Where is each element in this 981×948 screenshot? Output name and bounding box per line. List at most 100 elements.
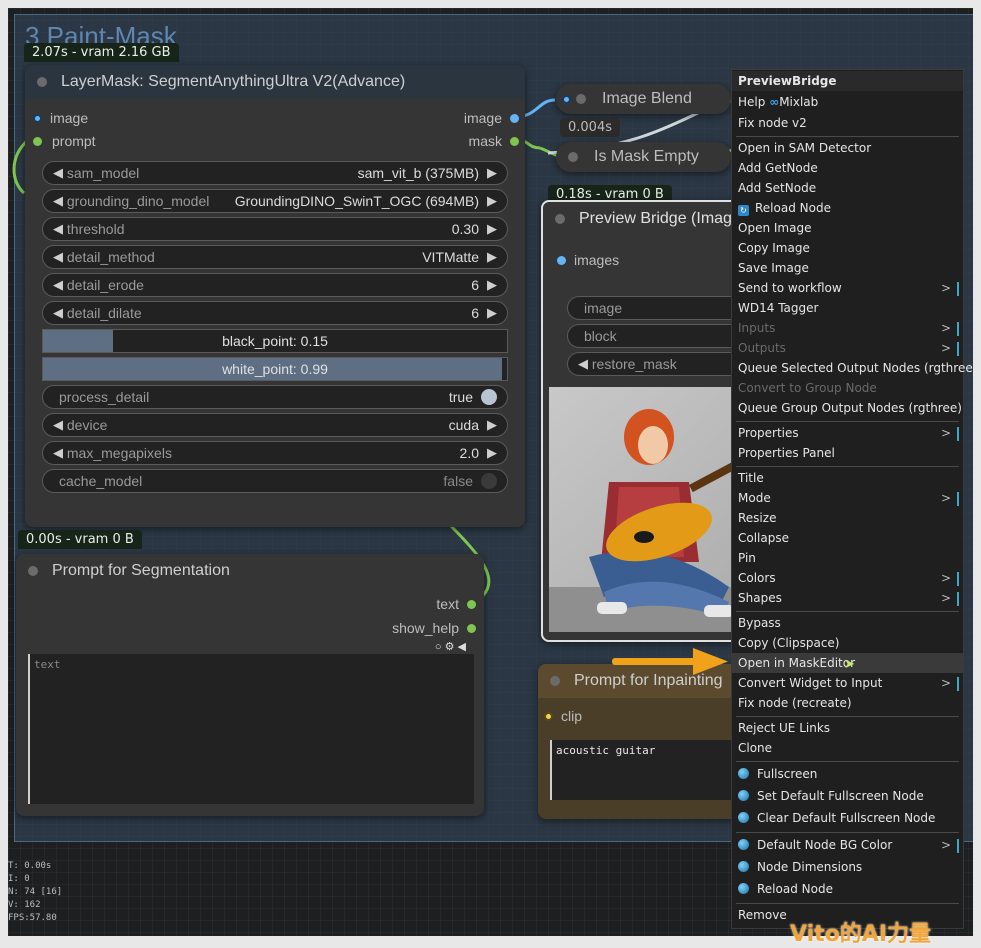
menu-item[interactable]: Open in SAM Detector	[732, 138, 963, 158]
image-blend-node[interactable]: Image Blend	[556, 84, 731, 114]
submenu-arrow-icon: >	[941, 673, 959, 693]
widget-sam-model[interactable]: ◀ sam_model sam_vit_b (375MB) ▶	[42, 161, 508, 185]
submenu-arrow-icon: >	[941, 278, 959, 298]
menu-item[interactable]: Collapse	[732, 528, 963, 548]
toggle-knob	[481, 389, 497, 405]
collapse-dot[interactable]	[28, 566, 38, 576]
toggle-cache-model[interactable]: cache_model false	[42, 469, 508, 493]
globe-icon	[738, 883, 749, 894]
menu-item[interactable]: Properties Panel	[732, 443, 963, 463]
widget-detail-erode[interactable]: ◀ detail_erode 6 ▶	[42, 273, 508, 297]
menu-item[interactable]: Pin	[732, 548, 963, 568]
widget-threshold[interactable]: ◀ threshold 0.30 ▶	[42, 217, 508, 241]
widget-device[interactable]: ◀ device cuda ▶	[42, 413, 508, 437]
menu-item[interactable]: Save Image	[732, 258, 963, 278]
toggle-process-detail[interactable]: process_detail true	[42, 385, 508, 409]
menu-item[interactable]: Bypass	[732, 613, 963, 633]
submenu-arrow-icon: >	[941, 423, 959, 443]
menu-item: Convert to Group Node	[738, 381, 877, 395]
input-images[interactable]: images	[557, 252, 619, 268]
collapse-dot[interactable]	[550, 676, 560, 686]
menu-item-send[interactable]: Send to workflow >	[732, 278, 963, 298]
node-title: LayerMask: SegmentAnythingUltra V2(Advan…	[61, 73, 406, 90]
menu-item-shapes[interactable]: Shapes >	[732, 588, 963, 608]
slider-white-point[interactable]: white_point: 0.99	[42, 357, 508, 381]
menu-item-mode[interactable]: Mode >	[732, 488, 963, 508]
input-dot[interactable]	[562, 94, 571, 104]
prompt-segmentation-node[interactable]: Prompt for Segmentation text show_help ○…	[16, 554, 484, 816]
stat-line: T: 0.00s	[8, 861, 52, 871]
menu-item[interactable]: Add GetNode	[732, 158, 963, 178]
globe-icon	[738, 861, 749, 872]
node-badges-icons: ○ ⚙ ◀	[434, 641, 466, 653]
menu-item-bg-color[interactable]: Default Node BG Color >	[732, 835, 963, 855]
menu-item-help[interactable]: Help ∞Mixlab	[732, 92, 963, 112]
menu-item-clear-fullscreen[interactable]: Clear Default Fullscreen Node	[732, 808, 963, 828]
menu-item[interactable]: Reject UE Links	[732, 718, 963, 738]
output-image[interactable]: image	[464, 110, 519, 126]
menu-item[interactable]: WD14 Tagger	[732, 298, 963, 318]
collapse-dot[interactable]	[576, 94, 586, 104]
slider-label: white_point: 0.99	[222, 361, 328, 377]
watermark: Vito的AI力量	[790, 922, 932, 947]
node-header[interactable]: Prompt for Segmentation	[16, 554, 484, 588]
globe-icon	[738, 839, 749, 850]
menu-item[interactable]: Copy Image	[732, 238, 963, 258]
node-title: Is Mask Empty	[594, 148, 699, 165]
menu-item-reload-node[interactable]: Reload Node	[732, 879, 963, 899]
globe-icon	[738, 790, 749, 801]
widget-grounding-dino[interactable]: ◀ grounding_dino_model GroundingDINO_Swin…	[42, 189, 508, 213]
stat-line: N: 74 [16]	[8, 887, 63, 897]
widget-detail-dilate[interactable]: ◀ detail_dilate 6 ▶	[42, 301, 508, 325]
submenu-arrow-icon: >	[941, 588, 959, 608]
output-mask[interactable]: mask	[469, 133, 519, 149]
menu-item[interactable]: Resize	[732, 508, 963, 528]
menu-item[interactable]: Open Image	[732, 218, 963, 238]
widget-max-megapixels[interactable]: ◀ max_megapixels 2.0 ▶	[42, 441, 508, 465]
menu-item[interactable]: Queue Selected Output Nodes (rgthree)	[732, 358, 977, 378]
collapse-dot[interactable]	[37, 77, 47, 87]
menu-item-colors[interactable]: Colors >	[732, 568, 963, 588]
menu-item[interactable]: Title	[732, 468, 963, 488]
submenu-arrow-icon: >	[941, 568, 959, 588]
timing-badge: 2.07s - vram 2.16 GB	[24, 43, 179, 62]
menu-item[interactable]: Fix node v2	[732, 113, 963, 133]
output-text[interactable]: text	[436, 596, 476, 612]
node-title: Preview Bridge (Image)	[579, 210, 747, 227]
menu-item[interactable]: Queue Group Output Nodes (rgthree)	[732, 398, 963, 418]
infinity-icon: ∞	[769, 95, 780, 109]
menu-item-properties[interactable]: Properties >	[732, 423, 963, 443]
context-menu[interactable]: PreviewBridge Help ∞Mixlab Fix node v2 O…	[731, 69, 977, 929]
reload-icon: ↻	[738, 205, 749, 216]
menu-item[interactable]: Add SetNode	[732, 178, 963, 198]
menu-item-outputs: Outputs >	[732, 338, 963, 358]
menu-item[interactable]: Copy (Clipspace)	[732, 633, 963, 653]
segment-anything-node[interactable]: LayerMask: SegmentAnythingUltra V2(Advan…	[25, 65, 525, 527]
prompt-textarea[interactable]: text	[28, 654, 474, 804]
menu-item[interactable]: Fix node (recreate)	[732, 693, 963, 713]
is-mask-empty-node[interactable]: Is Mask Empty	[556, 142, 731, 172]
globe-icon	[738, 812, 749, 823]
stat-line: FPS:57.80	[8, 913, 57, 923]
stats-panel: T: 0.00s I: 0 N: 74 [16] V: 162 FPS:57.8…	[8, 860, 62, 925]
input-clip[interactable]: clip	[544, 708, 582, 724]
submenu-arrow-icon: >	[941, 488, 959, 508]
node-title: Image Blend	[602, 90, 692, 107]
menu-item-node-dimensions[interactable]: Node Dimensions	[732, 857, 963, 877]
menu-item-set-fullscreen[interactable]: Set Default Fullscreen Node	[732, 786, 963, 806]
widget-detail-method[interactable]: ◀ detail_method VITMatte ▶	[42, 245, 508, 269]
collapse-dot[interactable]	[568, 152, 578, 162]
menu-item-open-maskeditor[interactable]: Open in MaskEditor ➤	[732, 653, 963, 673]
textarea-placeholder: text	[34, 658, 61, 671]
output-show-help[interactable]: show_help	[392, 620, 476, 636]
node-header[interactable]: LayerMask: SegmentAnythingUltra V2(Advan…	[25, 65, 525, 99]
menu-item-convert-widget[interactable]: Convert Widget to Input >	[732, 673, 963, 693]
slider-black-point[interactable]: black_point: 0.15	[42, 329, 508, 353]
collapse-dot[interactable]	[555, 214, 565, 224]
menu-item[interactable]: Clone	[732, 738, 963, 758]
input-prompt[interactable]: prompt	[33, 133, 96, 149]
input-image[interactable]: image	[33, 110, 88, 126]
menu-item-fullscreen[interactable]: Fullscreen	[732, 764, 963, 784]
stat-line: I: 0	[8, 874, 30, 884]
menu-item-reload[interactable]: ↻ Reload Node	[732, 198, 963, 218]
